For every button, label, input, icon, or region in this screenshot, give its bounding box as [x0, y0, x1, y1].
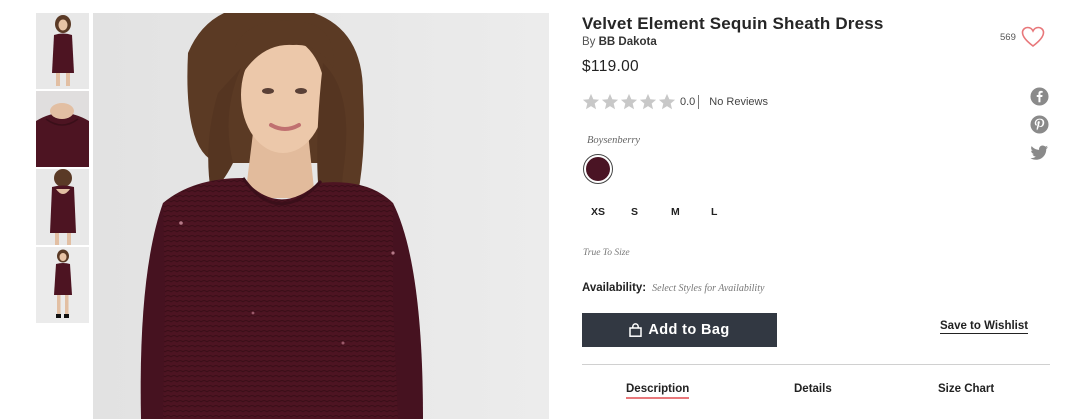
rating-row: 0.0 No Reviews: [582, 92, 768, 112]
product-brand: By BB Dakota: [582, 36, 657, 48]
size-option-s[interactable]: S: [622, 206, 662, 218]
size-option-xs[interactable]: XS: [582, 206, 622, 218]
brand-name[interactable]: BB Dakota: [599, 36, 657, 48]
tab-description[interactable]: Description: [626, 383, 690, 399]
size-option-l[interactable]: L: [702, 206, 742, 218]
size-selector: XS S M L: [582, 206, 742, 218]
star-icon: [620, 93, 638, 110]
product-price: $119.00: [582, 58, 639, 75]
star-rating: [582, 93, 677, 111]
star-icon: [639, 93, 657, 110]
star-icon: [601, 93, 619, 110]
color-swatch-fill: [586, 157, 610, 181]
thumbnail-full-length[interactable]: [36, 247, 89, 323]
save-to-wishlist-link[interactable]: Save to Wishlist: [940, 320, 1029, 334]
thumbnail-back[interactable]: [36, 169, 89, 245]
rating-separator: [698, 95, 700, 109]
tab-details[interactable]: Details: [794, 383, 832, 397]
availability: Availability: Select Styles for Availabi…: [582, 282, 764, 294]
add-to-bag-button[interactable]: Add to Bag: [582, 313, 777, 347]
facebook-icon[interactable]: [1030, 87, 1049, 106]
section-divider: [582, 364, 1050, 365]
tab-size-chart[interactable]: Size Chart: [938, 383, 994, 397]
fit-note: True To Size: [583, 248, 630, 258]
color-swatch-boysenberry[interactable]: [583, 154, 613, 184]
heart-icon[interactable]: [1021, 26, 1045, 48]
shopping-bag-icon: [629, 323, 643, 337]
brand-prefix: By: [582, 36, 596, 48]
thumbnail-closeup[interactable]: [36, 91, 89, 167]
add-to-bag-label: Add to Bag: [648, 322, 730, 338]
rating-value: 0.0: [680, 96, 696, 108]
availability-value: Select Styles for Availability: [652, 283, 765, 294]
favorite-count: 569: [1000, 31, 1016, 43]
twitter-icon[interactable]: [1030, 143, 1049, 162]
size-option-m[interactable]: M: [662, 206, 702, 218]
favorite-widget: 569: [1000, 24, 1045, 50]
main-product-image[interactable]: [93, 13, 549, 419]
product-title: Velvet Element Sequin Sheath Dress: [582, 14, 884, 33]
thumbnail-front[interactable]: [36, 13, 89, 89]
star-icon: [582, 93, 600, 110]
star-icon: [658, 93, 676, 110]
reviews-link[interactable]: No Reviews: [709, 96, 768, 108]
selected-color-name: Boysenberry: [587, 135, 641, 146]
pinterest-icon[interactable]: [1030, 115, 1049, 134]
availability-label: Availability:: [582, 282, 647, 294]
